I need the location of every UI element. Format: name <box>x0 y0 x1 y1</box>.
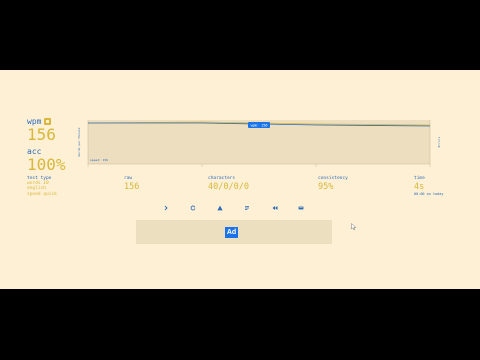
replay-button[interactable] <box>271 204 279 212</box>
mouse-cursor-icon <box>351 223 357 231</box>
screenshot-button[interactable] <box>297 204 305 212</box>
y-axis-label: Words per Minute <box>77 127 81 156</box>
consistency-value: 95% <box>318 182 334 192</box>
raw-value: 156 <box>124 182 140 192</box>
ad-banner[interactable]: Ad <box>136 220 332 244</box>
words-history-button[interactable] <box>243 204 251 212</box>
list-icon <box>245 206 249 210</box>
restart-button[interactable] <box>189 204 197 212</box>
test-type-info: test type words 10 english speed quick <box>27 176 97 197</box>
consistency-stat: consistency 95% <box>318 176 348 192</box>
y2-axis-label: Errors <box>437 136 441 147</box>
crown-icon[interactable] <box>44 118 52 125</box>
next-test-button[interactable] <box>162 204 170 212</box>
action-bar <box>0 204 480 214</box>
warning-icon <box>217 205 223 211</box>
restart-icon <box>190 205 196 211</box>
image-icon <box>298 206 304 210</box>
ad-badge: Ad <box>225 227 238 238</box>
characters-value: 40/0/0/0 <box>208 182 249 192</box>
time-note: 00:00 on today <box>414 192 444 196</box>
next-test-icon <box>164 205 168 211</box>
wpm-chart: wpm: 156 speed: 156 Words per Minute Err… <box>77 120 441 167</box>
report-button[interactable] <box>216 204 224 212</box>
chart-inner-label: speed: 156 <box>90 158 108 162</box>
characters-stat: characters 40/0/0/0 <box>208 176 249 192</box>
test-type-line-3: speed quick <box>27 191 57 197</box>
rewind-icon <box>272 206 278 210</box>
time-value: 4s <box>414 182 425 192</box>
raw-stat: raw 156 <box>124 176 139 192</box>
chart-tooltip: wpm: 156 <box>251 123 268 127</box>
results-page: wpm 156 acc 100% wpm: 156 speed: 156 Wor… <box>0 70 480 289</box>
time-stat: time 4s 00:00 on today <box>414 176 444 196</box>
